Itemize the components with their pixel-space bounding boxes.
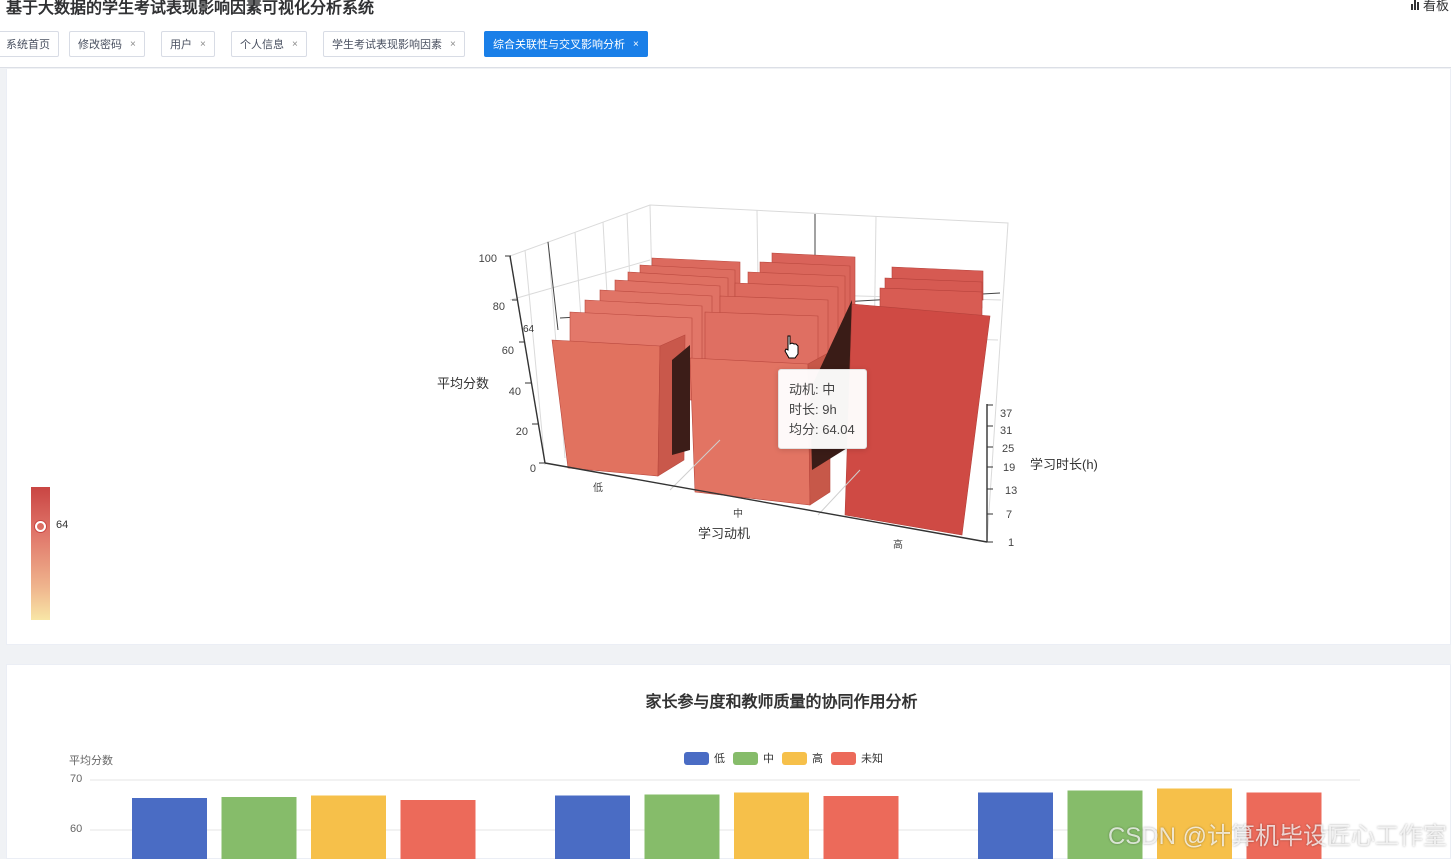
z-axis-label: 平均分数: [437, 376, 489, 391]
bar-低[interactable]: [978, 792, 1053, 859]
bar-chart-ylabel: 平均分数: [69, 755, 113, 767]
z-tick: 40: [509, 386, 521, 398]
legend-label: 低: [714, 753, 725, 765]
x-tick: 中: [733, 507, 743, 520]
legend-swatch: [831, 751, 856, 765]
z-tick: 20: [516, 426, 528, 438]
legend-swatch: [684, 751, 709, 765]
bar-中[interactable]: [644, 794, 720, 859]
legend-item-high[interactable]: 高: [782, 750, 823, 766]
x-tick: 低: [593, 481, 603, 494]
bar-高[interactable]: [311, 795, 386, 859]
x-axis-label: 学习动机: [698, 526, 750, 541]
legend-item-mid[interactable]: 中: [733, 750, 774, 766]
visual-map-bar[interactable]: [31, 487, 50, 620]
tooltip-average: 均分: 64.04: [789, 422, 855, 437]
bar3d-chart[interactable]: 100 80 60 40 20 0 64 平均分数 低 中 高 学习动机 37 …: [0, 0, 1451, 859]
bar-未知[interactable]: [400, 800, 476, 859]
y-axis-label: 学习时长(h): [1030, 457, 1098, 472]
legend-swatch: [782, 751, 807, 765]
bar-未知[interactable]: [823, 796, 899, 859]
bar-低[interactable]: [132, 798, 207, 859]
y-tick: 19: [1003, 462, 1015, 474]
legend-swatch: [733, 751, 758, 765]
z-tick: 60: [502, 345, 514, 357]
legend-label: 未知: [861, 753, 883, 765]
bar-chart-ytick: 60: [70, 823, 83, 835]
legend-label: 中: [763, 753, 774, 765]
axis-pointer-label: 64: [523, 324, 535, 335]
z-tick: 100: [479, 253, 497, 265]
y-tick: 37: [1000, 408, 1012, 420]
tooltip-duration: 时长: 9h: [789, 402, 837, 417]
legend-item-unknown[interactable]: 未知: [831, 750, 883, 766]
z-tick: 0: [530, 463, 536, 475]
x-tick: 高: [893, 538, 903, 551]
visual-map-value: 64: [56, 519, 69, 531]
legend-label: 高: [812, 753, 823, 765]
bar-低[interactable]: [555, 795, 630, 859]
y-tick: 25: [1002, 443, 1014, 455]
y-tick: 1: [1008, 537, 1014, 549]
visual-map-handle[interactable]: [35, 521, 46, 532]
z-tick: 80: [493, 301, 505, 313]
watermark: CSDN @计算机毕设匠心工作室: [1107, 823, 1447, 850]
y-tick: 7: [1006, 509, 1012, 521]
tooltip-motivation: 动机: 中: [789, 382, 836, 397]
y-tick: 31: [1000, 425, 1012, 437]
bar-中[interactable]: [221, 797, 297, 859]
y-tick: 13: [1005, 485, 1017, 497]
bar-chart-ytick: 70: [70, 773, 83, 785]
bar-高[interactable]: [734, 792, 809, 859]
bar-chart-legend: 低 中 高 未知: [684, 750, 883, 766]
chart-tooltip: 动机: 中 时长: 9h 均分: 64.04: [778, 369, 867, 449]
legend-item-low[interactable]: 低: [684, 750, 725, 766]
bar-chart-title: 家长参与度和教师质量的协同作用分析: [645, 694, 918, 711]
